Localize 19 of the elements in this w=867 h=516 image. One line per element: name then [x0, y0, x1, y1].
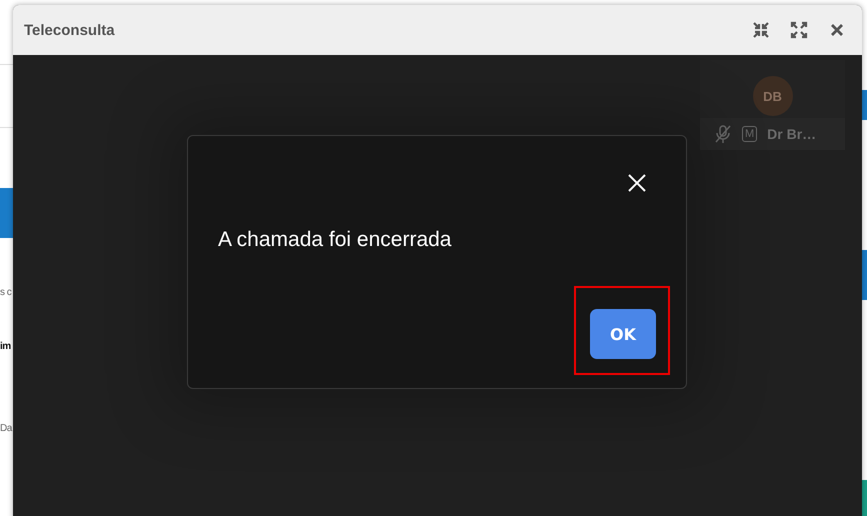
avatar: DB — [752, 76, 792, 116]
page-text: s c — [0, 286, 12, 300]
status-bar — [862, 480, 867, 516]
dialog-message: A chamada foi encerrada — [218, 228, 452, 252]
page-text: Da — [0, 422, 13, 436]
header-bar — [862, 90, 867, 120]
fullscreen-button[interactable] — [788, 19, 810, 41]
window-title: Teleconsulta — [24, 22, 116, 38]
header-bar — [0, 188, 13, 238]
expand-icon — [790, 21, 808, 39]
close-icon — [830, 23, 844, 37]
participant-name: Dr Br… — [767, 126, 816, 142]
close-button[interactable] — [626, 172, 648, 194]
close-icon — [628, 174, 646, 192]
moderator-badge: M — [742, 126, 758, 142]
page-text: im — [0, 340, 12, 354]
collapse-icon — [752, 21, 770, 39]
ok-button[interactable]: OK — [590, 309, 656, 359]
header-bar — [862, 250, 867, 300]
